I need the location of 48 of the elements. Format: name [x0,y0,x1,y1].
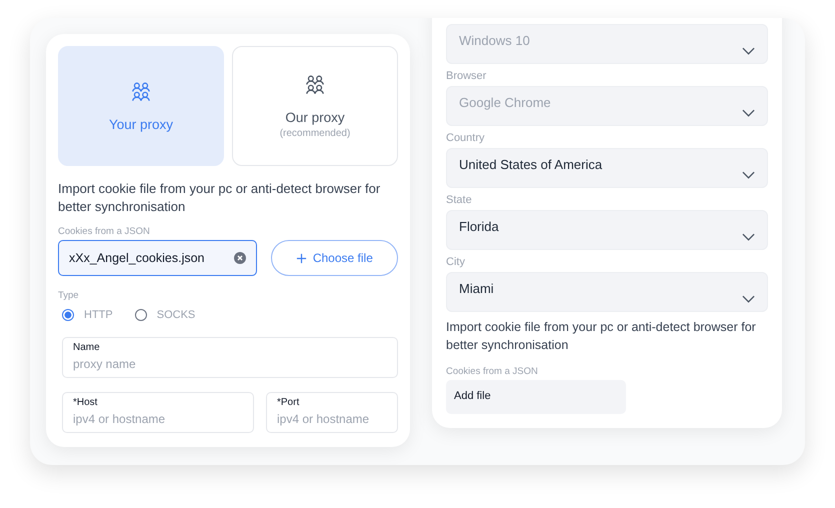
field-label: Cookies from a JSON [58,226,150,237]
port-input[interactable]: ipv4 or hostname [277,408,387,426]
host-field[interactable]: *Host ipv4 or hostname [62,392,254,433]
file-placeholder: Add file [454,390,491,402]
type-label: Type [58,290,79,301]
select-placeholder: Windows 10 [459,33,530,48]
users-icon [304,74,326,96]
field-label: State [446,194,472,206]
field-label: *Port [277,397,300,408]
option-label: Your proxy [108,116,174,132]
field-label: Browser [446,70,486,82]
chevron-down-icon [742,47,755,55]
name-input[interactable]: proxy name [73,353,387,371]
select-field[interactable]: Florida [446,210,768,250]
port-field[interactable]: *Port ipv4 or hostname [266,392,398,433]
select-field[interactable]: United States of America [446,148,768,188]
file-input-field[interactable]: xXx_Angel_cookies.json [58,240,257,276]
chevron-down-icon [742,295,755,303]
radio-button[interactable] [134,309,147,321]
field-label: *Host [73,397,98,408]
chevron-down-icon [742,233,755,241]
chevron-down-icon [742,171,755,179]
field-label: City [446,256,465,268]
choose-file-button[interactable]: Choose file [270,240,398,276]
field-label: Country [446,132,485,144]
proxy-option[interactable]: Our proxy (recommended) [232,46,398,166]
select-value: Florida [459,219,499,234]
field-label: Name [73,342,101,353]
select-value: Miami [459,281,494,296]
select-field[interactable]: Miami [446,272,768,312]
clear-icon[interactable] [234,252,246,264]
radio-button[interactable] [62,309,74,321]
radio-label: SOCKS [156,309,196,321]
select-value: United States of America [459,157,602,172]
description-text: Import cookie file from your pc or anti-detect browser for better synchronisation [58,180,382,216]
users-icon [130,80,152,102]
field-label: Cookies from a JSON [446,366,538,377]
file-name: xXx_Angel_cookies.json [69,251,204,265]
description-text: Import cookie file from your pc or anti-detect browser for better synchronisation [446,319,757,354]
option-label: Our proxy [285,110,345,124]
select-placeholder: Google Chrome [459,95,551,110]
chevron-down-icon [742,109,755,117]
radio-label: HTTP [84,309,113,321]
host-input[interactable]: ipv4 or hostname [73,408,243,426]
file-input-field[interactable]: Add file [446,380,626,414]
option-note: (recommended) [280,128,350,138]
name-field[interactable]: Name proxy name [62,337,398,378]
plus-icon [296,252,307,264]
